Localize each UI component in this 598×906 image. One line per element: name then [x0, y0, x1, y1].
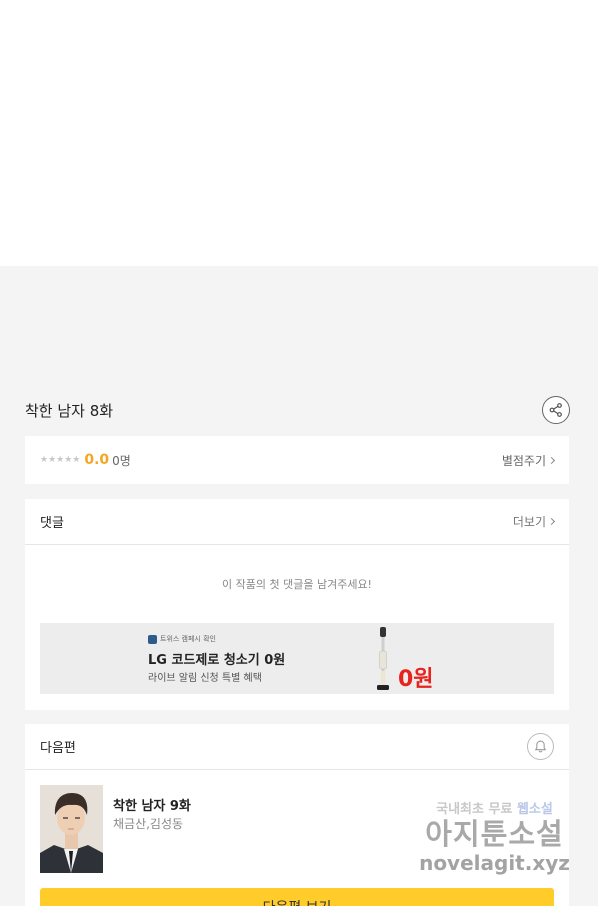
- next-episode-button[interactable]: 다음편 보기: [40, 888, 554, 906]
- share-button[interactable]: [542, 396, 570, 424]
- chevron-right-icon: [547, 517, 556, 526]
- rating-count: 0명: [112, 453, 131, 468]
- comments-more-label: 더보기: [512, 515, 546, 529]
- comments-header: 댓글 더보기: [25, 499, 569, 545]
- bell-icon: [534, 740, 547, 753]
- rating-stars: ★★★★★: [40, 455, 81, 465]
- watermark-line3: novelagit.xyz: [419, 851, 570, 875]
- rating-card: ★★★★★ 0.0 0명 별점주기: [25, 436, 569, 484]
- ad-badge-text: 트위스 캠페시 확인: [160, 635, 216, 643]
- chevron-right-icon: [547, 456, 556, 464]
- notify-button[interactable]: [527, 733, 554, 760]
- comments-empty-message: 이 작품의 첫 댓글을 남겨주세요!: [222, 578, 372, 591]
- rate-button[interactable]: 별점주기: [501, 452, 556, 469]
- next-episode-title: 착한 남자 9화: [113, 799, 191, 814]
- comments-more-link[interactable]: 더보기: [512, 513, 556, 530]
- comments-card: 댓글 더보기 이 작품의 첫 댓글을 남겨주세요! 트위스 캠페시 확인 LG …: [25, 499, 569, 710]
- episode-title: 착한 남자 8화: [25, 401, 114, 420]
- ad-banner[interactable]: 트위스 캠페시 확인 LG 코드제로 청소기 0원 라이브 알림 신청 특별 혜…: [40, 623, 554, 694]
- next-episode-title-label: 다음편: [40, 741, 76, 756]
- comments-title: 댓글: [40, 516, 64, 531]
- ad-subline: 라이브 알림 신청 특별 혜택: [148, 673, 262, 684]
- episode-title-row: 착한 남자 8화: [25, 392, 570, 428]
- rate-button-label: 별점주기: [501, 453, 546, 468]
- share-icon: [549, 403, 562, 417]
- content-area-top: [0, 0, 598, 266]
- watermark-line1-highlight: 웹소설: [516, 802, 553, 817]
- ad-price: 0원: [398, 667, 434, 692]
- watermark: 국내최초 무료 웹소설 아지툰소설 novelagit.xyz: [412, 798, 577, 886]
- next-episode-thumbnail: [40, 785, 103, 873]
- watermark-line1: 국내최초 무료 웹소설: [412, 798, 577, 817]
- vacuum-image: [377, 627, 389, 690]
- rating-score: 0.0: [84, 452, 110, 468]
- watermark-line1-prefix: 국내최초 무료: [436, 802, 513, 817]
- ad-headline: LG 코드제로 청소기 0원: [148, 653, 286, 668]
- ad-logo-icon: [148, 634, 157, 644]
- watermark-line2: 아지툰소설: [425, 817, 564, 851]
- ad-badge: 트위스 캠페시 확인: [148, 634, 216, 644]
- next-episode-header: 다음편: [25, 724, 569, 770]
- rating-summary: ★★★★★ 0.0 0명: [40, 452, 131, 469]
- next-episode-authors: 채금산,김성동: [113, 817, 184, 831]
